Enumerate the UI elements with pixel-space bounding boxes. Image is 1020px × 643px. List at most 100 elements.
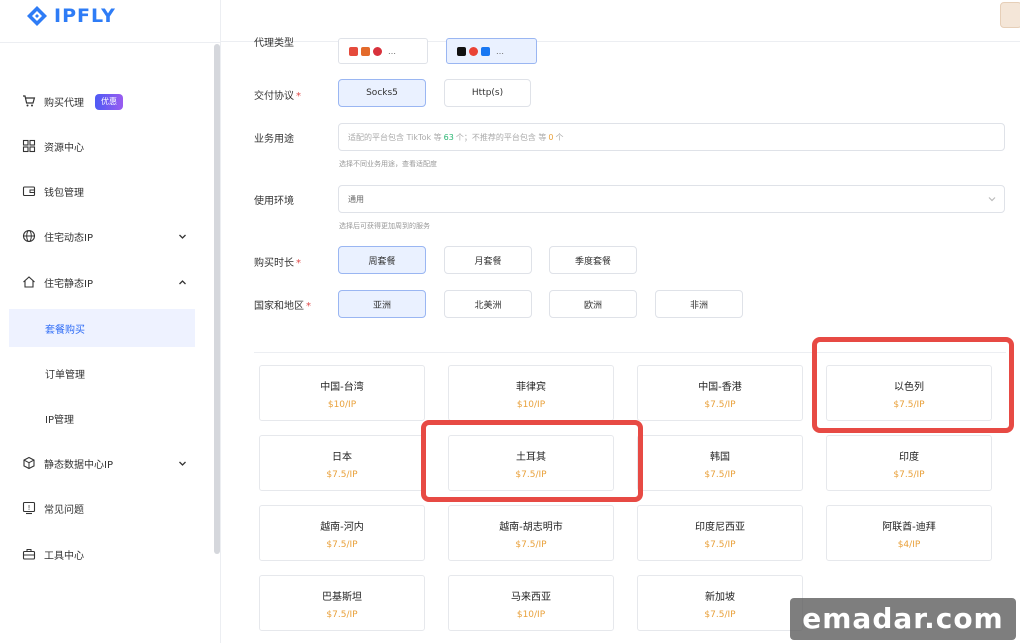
country-price: $7.5/IP bbox=[326, 610, 358, 620]
country-name: 中国-香港 bbox=[698, 382, 742, 393]
globe-icon bbox=[22, 229, 36, 243]
country-price: $7.5/IP bbox=[515, 540, 547, 550]
logo-text: IPFLY bbox=[54, 5, 116, 27]
country-price: $7.5/IP bbox=[326, 540, 358, 550]
region-north-america-button[interactable]: 北美洲 bbox=[444, 290, 532, 318]
country-card[interactable]: 中国-香港 $7.5/IP bbox=[637, 365, 803, 421]
highlight-box-turkey bbox=[421, 420, 643, 502]
country-card[interactable]: 新加坡 $7.5/IP bbox=[637, 575, 803, 631]
sidebar-item-label: 住宅静态IP bbox=[44, 278, 93, 290]
protocol-https-button[interactable]: Http(s) bbox=[444, 79, 531, 107]
country-name: 中国-台湾 bbox=[320, 382, 364, 393]
country-name: 越南-胡志明市 bbox=[499, 522, 563, 533]
country-card[interactable]: 越南-河内 $7.5/IP bbox=[259, 505, 425, 561]
environment-hint: 选择后可获得更加周到的服务 bbox=[339, 222, 430, 230]
sidebar-item-buy-proxy[interactable]: 购买代理 优惠 bbox=[0, 84, 206, 118]
platform-icon bbox=[361, 46, 370, 56]
cube-icon bbox=[22, 456, 36, 470]
sidebar-item-resource-center[interactable]: 资源中心 bbox=[0, 129, 206, 163]
region-label: 国家和地区 * bbox=[254, 301, 311, 312]
region-asia-button[interactable]: 亚洲 bbox=[338, 290, 426, 318]
unsupported-count: 0 bbox=[548, 132, 554, 142]
supported-count: 63 bbox=[443, 132, 454, 142]
country-price: $7.5/IP bbox=[704, 470, 736, 480]
more-icon: … bbox=[388, 46, 396, 56]
platform-icon bbox=[373, 46, 382, 56]
sidebar-item-label: 静态数据中心IP bbox=[44, 459, 113, 471]
country-card[interactable]: 阿联酋-迪拜 $4/IP bbox=[826, 505, 992, 561]
tiktok-icon bbox=[457, 46, 466, 56]
country-price: $7.5/IP bbox=[704, 400, 736, 410]
sidebar-item-label: 资源中心 bbox=[44, 142, 84, 154]
wallet-icon bbox=[22, 184, 36, 198]
top-right-button[interactable] bbox=[1000, 2, 1020, 28]
region-africa-button[interactable]: 非洲 bbox=[655, 290, 743, 318]
environment-select[interactable]: 通用 bbox=[338, 185, 1005, 213]
sidebar-item-residential-static-ip[interactable]: 住宅静态IP bbox=[0, 265, 206, 299]
country-card[interactable]: 中国-台湾 $10/IP bbox=[259, 365, 425, 421]
country-card[interactable]: 印度 $7.5/IP bbox=[826, 435, 992, 491]
sidebar-subitem-order-management[interactable]: 订单管理 bbox=[9, 354, 195, 392]
country-name: 阿联酋-迪拜 bbox=[882, 522, 936, 533]
country-card[interactable]: 越南-胡志明市 $7.5/IP bbox=[448, 505, 614, 561]
sidebar-item-label: IP管理 bbox=[45, 414, 74, 426]
sidebar-item-label: 住宅动态IP bbox=[44, 232, 93, 244]
country-card[interactable]: 巴基斯坦 $7.5/IP bbox=[259, 575, 425, 631]
protocol-socks5-button[interactable]: Socks5 bbox=[338, 79, 426, 107]
logo[interactable]: IPFLY bbox=[26, 4, 116, 28]
sidebar-item-label: 购买代理 bbox=[44, 97, 84, 109]
usage-input[interactable]: 适配的平台包含 TikTok 等 63 个；不推荐的平台包含 等0个 bbox=[338, 123, 1005, 151]
country-card[interactable]: 日本 $7.5/IP bbox=[259, 435, 425, 491]
country-card[interactable]: 马来西亚 $10/IP bbox=[448, 575, 614, 631]
country-price: $7.5/IP bbox=[893, 470, 925, 480]
more-icon: … bbox=[496, 46, 504, 56]
google-icon bbox=[469, 46, 478, 56]
cart-icon bbox=[22, 94, 36, 108]
country-price: $4/IP bbox=[897, 540, 921, 550]
country-card[interactable]: 印度尼西亚 $7.5/IP bbox=[637, 505, 803, 561]
country-card[interactable]: 菲律宾 $10/IP bbox=[448, 365, 614, 421]
sidebar-subitem-ip-management[interactable]: IP管理 bbox=[9, 399, 195, 437]
country-card[interactable]: 韩国 $7.5/IP bbox=[637, 435, 803, 491]
chevron-down-icon bbox=[177, 231, 187, 241]
country-name: 菲律宾 bbox=[516, 382, 546, 393]
duration-quarterly-button[interactable]: 季度套餐 bbox=[549, 246, 637, 274]
region-europe-button[interactable]: 欧洲 bbox=[549, 290, 637, 318]
logo-divider bbox=[0, 42, 221, 43]
country-name: 印度 bbox=[899, 452, 919, 463]
chevron-down-icon bbox=[988, 197, 996, 202]
country-name: 巴基斯坦 bbox=[322, 592, 362, 603]
usage-hint: 选择不同业务用途，查看适配度 bbox=[339, 160, 437, 168]
chevron-down-icon bbox=[177, 458, 187, 468]
country-price: $10/IP bbox=[516, 610, 546, 620]
country-price: $7.5/IP bbox=[704, 540, 736, 550]
usage-label: 业务用途 bbox=[254, 134, 294, 145]
sidebar-item-label: 钱包管理 bbox=[44, 187, 84, 199]
ipfly-logo-icon bbox=[27, 6, 47, 26]
platform-group-option-1[interactable]: … bbox=[338, 38, 428, 64]
svg-text:!: ! bbox=[28, 504, 31, 512]
question-icon: ! bbox=[22, 501, 36, 515]
sidebar-item-label: 订单管理 bbox=[45, 369, 85, 381]
sidebar-item-tool-center[interactable]: 工具中心 bbox=[0, 537, 206, 571]
duration-label: 购买时长 * bbox=[254, 258, 301, 269]
country-price: $7.5/IP bbox=[326, 470, 358, 480]
home-icon bbox=[22, 275, 36, 289]
sidebar-scrollbar[interactable] bbox=[214, 44, 220, 554]
grid-icon bbox=[22, 139, 36, 153]
sidebar-item-label: 套餐购买 bbox=[45, 324, 85, 336]
sidebar-item-static-datacenter-ip[interactable]: 静态数据中心IP bbox=[0, 446, 206, 480]
sidebar-item-residential-dynamic-ip[interactable]: 住宅动态IP bbox=[0, 219, 206, 253]
protocol-label: 交付协议 * bbox=[254, 91, 301, 102]
duration-weekly-button[interactable]: 周套餐 bbox=[338, 246, 426, 274]
sidebar: IPFLY 购买代理 优惠 资源中心 钱包管理 住宅动态IP 住宅静态IP 套餐… bbox=[0, 0, 221, 643]
facebook-icon bbox=[481, 46, 490, 56]
country-price: $7.5/IP bbox=[704, 610, 736, 620]
duration-monthly-button[interactable]: 月套餐 bbox=[444, 246, 532, 274]
platform-group-option-2[interactable]: … bbox=[446, 38, 537, 64]
toolbox-icon bbox=[22, 547, 36, 561]
sidebar-item-wallet[interactable]: 钱包管理 bbox=[0, 174, 206, 208]
sidebar-subitem-package-purchase[interactable]: 套餐购买 bbox=[9, 309, 195, 347]
sidebar-item-faq[interactable]: ! 常见问题 bbox=[0, 491, 206, 525]
country-price: $10/IP bbox=[327, 400, 357, 410]
